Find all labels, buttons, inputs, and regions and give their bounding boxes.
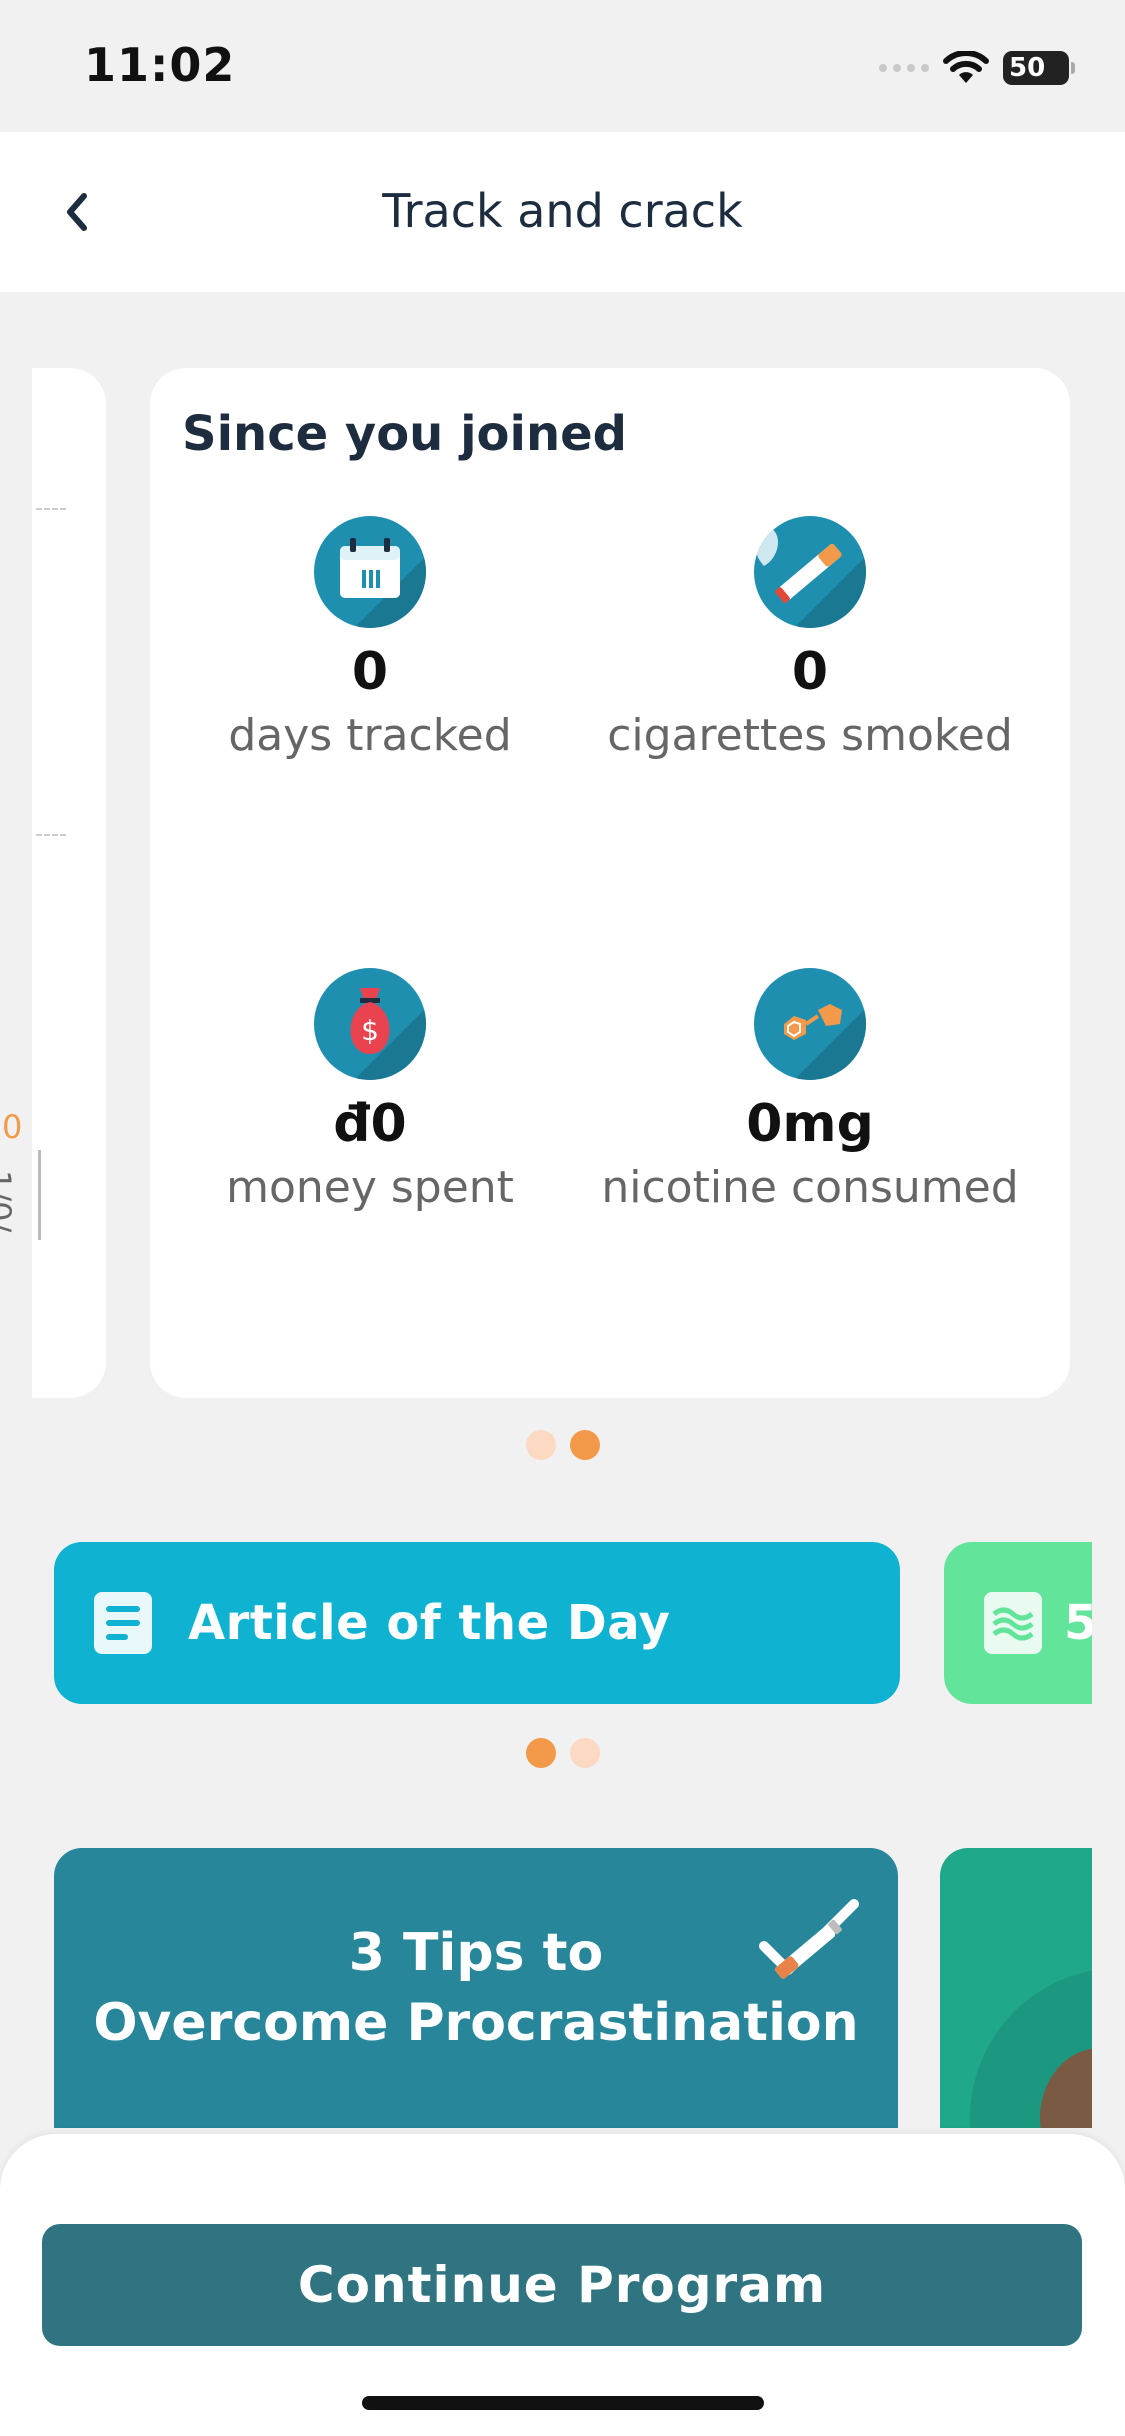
status-icons: 50 [879,48,1075,88]
stat-label: days tracked [228,710,512,761]
grid-line [36,834,66,836]
stats-title: Since you joined [182,406,628,462]
bottom-sheet: Continue Program [0,2134,1125,2436]
page-dot[interactable] [525,1430,556,1460]
cigarette-icon [754,516,866,628]
status-bar: 11:02 50 [0,0,1125,132]
previous-card[interactable] [32,368,106,1398]
article-label: Article of the Day [188,1595,671,1651]
molecule-icon [754,968,866,1080]
battery-icon: 50 [1003,51,1075,85]
tips-card[interactable]: 3 Tips to Overcome Procrastination [54,1848,898,2128]
previous-card-axis [38,1150,41,1240]
previous-card-date: 1/0/ [0,1170,18,1233]
stats-page-indicator [0,1430,1125,1460]
stat-cigarettes-smoked: 0 cigarettes smoked [590,516,1030,761]
stat-value: 0 [791,642,829,702]
battery-level: 50 [1009,53,1046,83]
svg-text:$: $ [361,1014,379,1047]
stat-label: money spent [226,1162,514,1213]
status-time: 11:02 [84,38,236,92]
home-indicator[interactable] [362,2396,764,2410]
stat-value: 0 [351,642,389,702]
stat-value: 0mg [746,1094,874,1154]
chevron-left-icon [67,193,87,231]
cigarette-check-icon [759,1899,859,1979]
calendar-icon [314,516,426,628]
continue-program-button[interactable]: Continue Program [42,2224,1082,2346]
stat-label: cigarettes smoked [607,710,1013,761]
stats-card: Since you joined 0 days tracked 0 cigare… [150,368,1070,1398]
next-card-button[interactable]: 5 [944,1542,1092,1704]
page-dot[interactable] [569,1738,600,1768]
next-card-label: 5 [1064,1595,1092,1651]
article-of-the-day-button[interactable]: Article of the Day [54,1542,900,1704]
header: Track and crack [0,132,1125,292]
stat-nicotine-consumed: 0mg nicotine consumed [590,968,1030,1213]
page-dot-active[interactable] [569,1430,600,1460]
tips-title-line2: Overcome Procrastination [93,1993,859,2053]
previous-card-value: 0 [2,1108,23,1146]
page-title: Track and crack [382,184,743,238]
waves-icon [984,1592,1042,1654]
back-button[interactable] [36,172,116,252]
page-dot-active[interactable] [525,1738,556,1768]
signal-icon [879,64,929,72]
document-icon [94,1592,152,1654]
stat-label: nicotine consumed [601,1162,1019,1213]
stat-money-spent: $ đ0 money spent [150,968,590,1213]
stat-days-tracked: 0 days tracked [150,516,590,761]
money-bag-icon: $ [314,968,426,1080]
stat-value: đ0 [333,1094,407,1154]
grid-line [36,508,66,510]
wifi-icon [943,51,989,83]
next-tips-card[interactable] [940,1848,1092,2128]
cards-page-indicator [0,1738,1125,1768]
